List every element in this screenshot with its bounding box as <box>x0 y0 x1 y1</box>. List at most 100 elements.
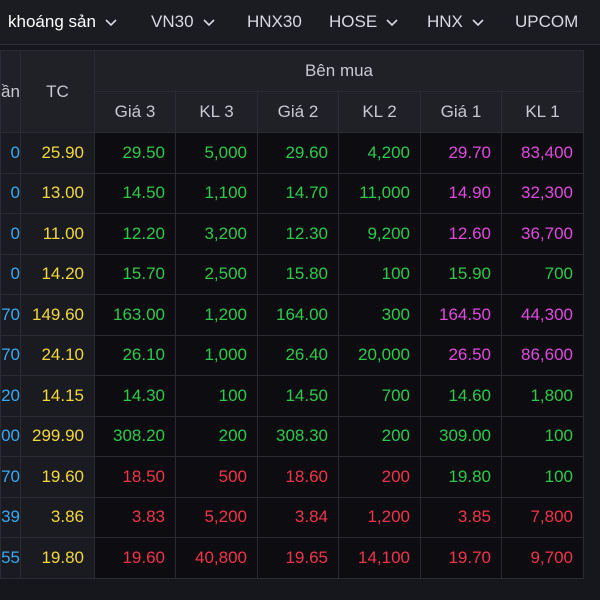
header-bid-volume-3: KL 3 <box>175 91 258 133</box>
tab-label: UPCOM <box>515 12 579 31</box>
bid-price-1-cell: 29.70 <box>420 132 502 174</box>
bid-volume-1-cell: 100 <box>501 415 584 457</box>
bid-price-1-cell: 19.70 <box>420 537 502 579</box>
bid-volume-1-cell: 9,700 <box>501 537 584 579</box>
reference-price-cell: 19.80 <box>20 537 95 579</box>
bid-volume-2-cell: 9,200 <box>338 213 421 255</box>
bid-volume-2-cell: 4,200 <box>338 132 421 174</box>
bid-volume-1-cell: 36,700 <box>501 213 584 255</box>
bid-volume-1-cell: 700 <box>501 253 584 295</box>
bid-price-3-cell: 26.10 <box>94 334 176 376</box>
reference-price-cell: 3.86 <box>20 496 95 538</box>
bid-price-1-cell: 14.90 <box>420 172 502 214</box>
table-row[interactable]: 70 149.60 163.00 1,200 164.00 300 164.50 44,300 <box>0 294 584 336</box>
bid-price-1-cell: 164.50 <box>420 294 502 336</box>
reference-price-cell: 149.60 <box>20 294 95 336</box>
tab-upcom[interactable]: UPCOM <box>503 0 593 44</box>
bid-price-3-cell: 15.70 <box>94 253 176 295</box>
bid-price-1-cell: 15.90 <box>420 253 502 295</box>
bid-volume-1-cell: 32,300 <box>501 172 584 214</box>
bid-price-3-cell: 14.30 <box>94 375 176 417</box>
table-row[interactable]: 0 11.00 12.20 3,200 12.30 9,200 12.60 36,700 <box>0 213 584 255</box>
tab-khoang-san[interactable]: khoáng sản <box>0 0 139 44</box>
reference-price-cell: 13.00 <box>20 172 95 214</box>
header-cut-column: ần <box>0 50 21 133</box>
tab-hnx30[interactable]: HNX30 <box>235 0 317 44</box>
table-row[interactable]: 39 3.86 3.83 5,200 3.84 1,200 3.85 7,800 <box>0 496 584 538</box>
tab-label: VN30 <box>151 12 194 31</box>
header-bid-volume-2: KL 2 <box>338 91 421 133</box>
bid-volume-3-cell: 1,100 <box>175 172 258 214</box>
bid-price-3-cell: 14.50 <box>94 172 176 214</box>
bid-volume-2-cell: 20,000 <box>338 334 421 376</box>
bid-price-1-cell: 26.50 <box>420 334 502 376</box>
tab-vn30[interactable]: VN30 <box>139 0 235 44</box>
bid-volume-3-cell: 500 <box>175 456 258 498</box>
cut-off-cell: 20 <box>0 375 21 417</box>
chevron-down-icon <box>386 19 398 27</box>
bid-price-2-cell: 19.65 <box>257 537 339 579</box>
bid-volume-3-cell: 5,000 <box>175 132 258 174</box>
cut-off-cell: 39 <box>0 496 21 538</box>
bid-volume-2-cell: 200 <box>338 456 421 498</box>
cut-off-cell: 70 <box>0 334 21 376</box>
header-bid-price-2: Giá 2 <box>257 91 339 133</box>
cut-off-cell: 70 <box>0 456 21 498</box>
bid-price-2-cell: 14.50 <box>257 375 339 417</box>
bid-volume-3-cell: 3,200 <box>175 213 258 255</box>
bid-volume-2-cell: 300 <box>338 294 421 336</box>
price-board-table: ần TC Bên mua Giá 3 KL 3 Giá 2 KL 2 Giá … <box>0 50 584 579</box>
table-row[interactable]: 70 19.60 18.50 500 18.60 200 19.80 100 <box>0 456 584 498</box>
bid-price-2-cell: 14.70 <box>257 172 339 214</box>
header-reference-price: TC <box>20 50 95 133</box>
bid-volume-2-cell: 100 <box>338 253 421 295</box>
tab-hnx[interactable]: HNX <box>415 0 503 44</box>
table-row[interactable]: 70 24.10 26.10 1,000 26.40 20,000 26.50 86,600 <box>0 334 584 376</box>
table-row[interactable]: 55 19.80 19.60 40,800 19.65 14,100 19.70 9,700 <box>0 537 584 579</box>
reference-price-cell: 25.90 <box>20 132 95 174</box>
header-bid-volume-1: KL 1 <box>501 91 584 133</box>
bid-price-3-cell: 163.00 <box>94 294 176 336</box>
bid-price-3-cell: 308.20 <box>94 415 176 457</box>
bid-volume-3-cell: 40,800 <box>175 537 258 579</box>
cut-off-cell: 0 <box>0 253 21 295</box>
header-bid-price-3: Giá 3 <box>94 91 176 133</box>
bid-volume-3-cell: 200 <box>175 415 258 457</box>
header-buy-side: Bên mua <box>94 50 584 92</box>
table-row[interactable]: 20 14.15 14.30 100 14.50 700 14.60 1,800 <box>0 375 584 417</box>
bid-price-1-cell: 14.60 <box>420 375 502 417</box>
header-bid-price-1: Giá 1 <box>420 91 502 133</box>
table-row[interactable]: 0 25.90 29.50 5,000 29.60 4,200 29.70 83,400 <box>0 132 584 174</box>
bid-volume-3-cell: 100 <box>175 375 258 417</box>
bid-price-2-cell: 12.30 <box>257 213 339 255</box>
bid-price-2-cell: 3.84 <box>257 496 339 538</box>
tab-label: HNX <box>427 12 463 31</box>
bid-price-1-cell: 19.80 <box>420 456 502 498</box>
cut-off-cell: 00 <box>0 415 21 457</box>
chevron-down-icon <box>202 19 215 27</box>
bid-volume-3-cell: 1,000 <box>175 334 258 376</box>
bid-price-2-cell: 15.80 <box>257 253 339 295</box>
bid-price-3-cell: 18.50 <box>94 456 176 498</box>
bid-price-3-cell: 12.20 <box>94 213 176 255</box>
table-row[interactable]: 00 299.90 308.20 200 308.30 200 309.00 100 <box>0 415 584 457</box>
bid-volume-1-cell: 1,800 <box>501 375 584 417</box>
bid-price-1-cell: 309.00 <box>420 415 502 457</box>
tab-hose[interactable]: HOSE <box>317 0 415 44</box>
bid-volume-1-cell: 86,600 <box>501 334 584 376</box>
cut-off-cell: 0 <box>0 213 21 255</box>
bid-volume-3-cell: 5,200 <box>175 496 258 538</box>
reference-price-cell: 14.20 <box>20 253 95 295</box>
reference-price-cell: 14.15 <box>20 375 95 417</box>
reference-price-cell: 19.60 <box>20 456 95 498</box>
bid-volume-2-cell: 11,000 <box>338 172 421 214</box>
cut-off-cell: 55 <box>0 537 21 579</box>
table-row[interactable]: 0 13.00 14.50 1,100 14.70 11,000 14.90 32,300 <box>0 172 584 214</box>
bid-price-3-cell: 3.83 <box>94 496 176 538</box>
bid-volume-1-cell: 7,800 <box>501 496 584 538</box>
cut-off-cell: 70 <box>0 294 21 336</box>
table-row[interactable]: 0 14.20 15.70 2,500 15.80 100 15.90 700 <box>0 253 584 295</box>
tab-label: HNX30 <box>247 12 302 31</box>
bid-price-2-cell: 18.60 <box>257 456 339 498</box>
tab-label: HOSE <box>329 12 378 31</box>
